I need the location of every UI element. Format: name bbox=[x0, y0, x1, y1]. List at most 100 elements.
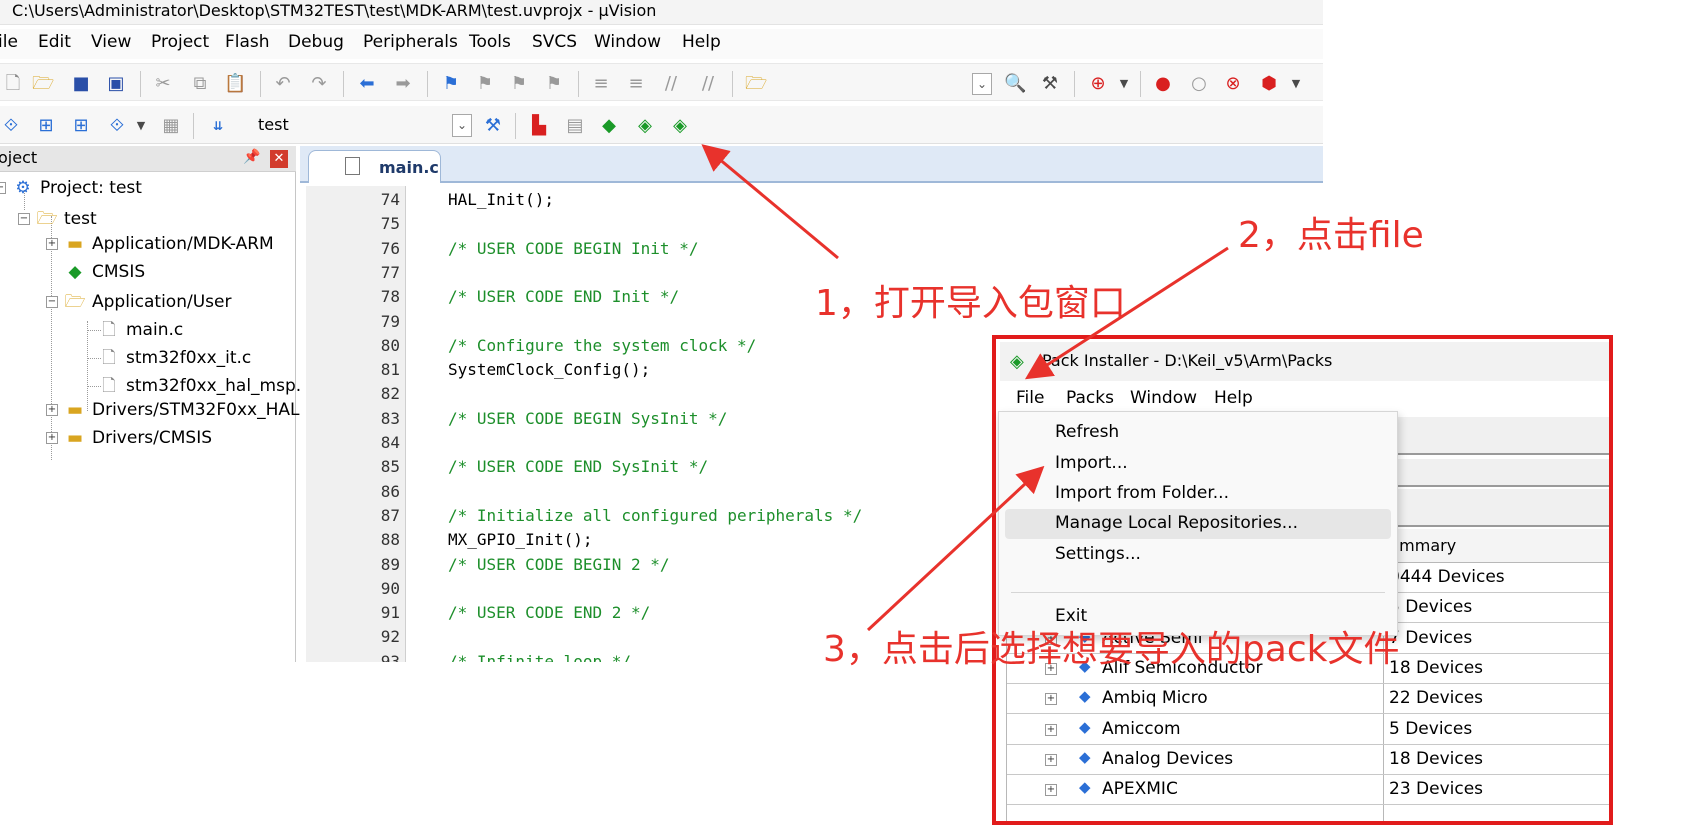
chevron-down-icon[interactable]: ▼ bbox=[1285, 73, 1307, 95]
menu-edit[interactable]: Edit bbox=[38, 32, 71, 52]
tree-item-label: Application/User bbox=[92, 292, 232, 312]
expand-icon[interactable]: + bbox=[1045, 784, 1057, 797]
tree-item-group[interactable]: + ▬ Drivers/STM32F0xx_HAL bbox=[46, 400, 299, 426]
menu-debug[interactable]: Debug bbox=[288, 32, 344, 52]
line-number: 80 bbox=[380, 335, 400, 355]
save-all-icon[interactable]: ▣ bbox=[105, 73, 127, 95]
uncomment-icon[interactable]: // bbox=[697, 73, 719, 95]
table-row[interactable]: + ◆ Ambiq Micro 22 Devices bbox=[1007, 684, 1609, 715]
menu-peripherals[interactable]: Peripherals bbox=[363, 32, 458, 52]
pi-menu-help[interactable]: Help bbox=[1214, 388, 1253, 408]
breakpoint-icon[interactable]: ● bbox=[1152, 73, 1174, 95]
tree-item-file[interactable]: 🗋 stm32f0xx_it.c bbox=[98, 345, 251, 371]
pi-menu-window[interactable]: Window bbox=[1130, 388, 1197, 408]
collapse-icon[interactable]: − bbox=[46, 296, 58, 308]
table-row[interactable]: + ◆ Amiccom 5 Devices bbox=[1007, 715, 1609, 745]
tree-item-group[interactable]: + ▬ Application/MDK-ARM bbox=[46, 234, 274, 260]
menu-file[interactable]: ile bbox=[0, 32, 18, 52]
batch-build-icon[interactable]: ⟐ bbox=[106, 115, 128, 137]
tree-item-project[interactable]: −⚙ Project: test bbox=[0, 178, 142, 204]
copy-icon[interactable]: ⧉ bbox=[189, 73, 211, 95]
options-for-target-icon[interactable]: ⚒ bbox=[482, 115, 504, 137]
menu-flash[interactable]: Flash bbox=[225, 32, 270, 52]
breakpoint-config-icon[interactable]: ⬢ bbox=[1258, 73, 1280, 95]
new-file-icon[interactable]: 🗋 bbox=[2, 73, 24, 95]
browse-icon[interactable]: ⚒ bbox=[1039, 73, 1061, 95]
breakpoint-disable-icon[interactable]: ○ bbox=[1188, 73, 1210, 95]
breakpoint-kill-icon[interactable]: ⊗ bbox=[1222, 73, 1244, 95]
expand-icon[interactable]: + bbox=[1045, 693, 1057, 706]
menu-item-import-from-folder[interactable]: Import from Folder... bbox=[1005, 479, 1391, 509]
pin-icon[interactable]: 📌 bbox=[243, 149, 260, 165]
expand-icon[interactable]: + bbox=[46, 238, 58, 250]
find-in-files-icon[interactable]: 🗁 bbox=[745, 73, 767, 95]
expand-icon[interactable]: + bbox=[1045, 753, 1057, 766]
nav-back-icon[interactable]: ⬅ bbox=[356, 73, 378, 95]
table-row[interactable]: + ◆ APEXMIC 23 Devices bbox=[1007, 775, 1609, 806]
menu-tools[interactable]: Tools bbox=[469, 32, 511, 52]
tree-item-file[interactable]: 🗋 stm32f0xx_hal_msp. bbox=[98, 373, 301, 399]
tree-item-group[interactable]: − 🗁 Application/User bbox=[46, 289, 231, 315]
comment-icon[interactable]: // bbox=[660, 73, 682, 95]
close-icon[interactable]: ✕ bbox=[270, 150, 288, 168]
manage-project-items-icon[interactable]: ▙ bbox=[528, 115, 550, 137]
menu-help[interactable]: Help bbox=[682, 32, 721, 52]
incremental-find-icon[interactable]: 🔍 bbox=[1004, 73, 1026, 95]
file-icon: 🗋 bbox=[102, 376, 116, 396]
tree-item-file[interactable]: 🗋 main.c bbox=[98, 317, 183, 343]
pi-menu-file[interactable]: File bbox=[1016, 388, 1044, 408]
pi-menu-packs[interactable]: Packs bbox=[1066, 388, 1114, 408]
code-line: /* USER CODE BEGIN Init */ bbox=[448, 238, 699, 258]
select-packs-icon[interactable]: ▤ bbox=[564, 115, 586, 137]
tree-item-group[interactable]: + ▬ Drivers/CMSIS bbox=[46, 428, 212, 454]
collapse-icon[interactable]: − bbox=[18, 213, 30, 225]
menu-view[interactable]: View bbox=[91, 32, 131, 52]
expand-icon[interactable]: + bbox=[1045, 723, 1057, 736]
download-load-icon[interactable]: ⇊ bbox=[207, 115, 229, 137]
toolbar-separator bbox=[732, 71, 733, 97]
menu-item-manage-local-repositories[interactable]: Manage Local Repositories... bbox=[1005, 509, 1391, 539]
unindent-icon[interactable]: ≡ bbox=[625, 73, 647, 95]
menu-item-import[interactable]: Import... bbox=[1005, 449, 1391, 479]
table-row[interactable]: + ◆ Analog Devices 18 Devices bbox=[1007, 745, 1609, 775]
toolbar-separator bbox=[515, 113, 516, 139]
indent-icon[interactable]: ≡ bbox=[590, 73, 612, 95]
stop-build-icon[interactable]: ▦ bbox=[160, 115, 182, 137]
target-select[interactable]: test ⌄ bbox=[250, 112, 472, 139]
expand-icon[interactable]: + bbox=[46, 404, 58, 416]
open-folder-icon[interactable]: 🗁 bbox=[32, 73, 54, 95]
save-icon[interactable]: ■ bbox=[70, 73, 92, 95]
rebuild-icon[interactable]: ⊞ bbox=[70, 115, 92, 137]
menu-project[interactable]: Project bbox=[151, 32, 209, 52]
chevron-down-icon[interactable]: ▼ bbox=[130, 115, 152, 137]
nav-forward-icon[interactable]: ➡ bbox=[392, 73, 414, 95]
menu-item-refresh[interactable]: Refresh bbox=[1005, 418, 1391, 448]
paste-icon[interactable]: 📋 bbox=[224, 73, 246, 95]
pack-installer-icon: ◈ bbox=[1010, 351, 1024, 372]
pack-installer-icon[interactable]: ◈ bbox=[669, 115, 691, 137]
bookmark-icon[interactable]: ⚑ bbox=[440, 73, 462, 95]
cut-icon[interactable]: ✂ bbox=[152, 73, 174, 95]
find-combo-dropdown[interactable]: ⌄ bbox=[972, 73, 992, 95]
undo-icon[interactable]: ↶ bbox=[272, 73, 294, 95]
expand-icon[interactable]: + bbox=[46, 432, 58, 444]
collapse-icon[interactable]: − bbox=[0, 182, 6, 194]
tab-main-c[interactable]: main.c bbox=[308, 150, 441, 183]
translate-icon[interactable]: ⟐ bbox=[0, 115, 22, 137]
chevron-down-icon[interactable]: ▼ bbox=[1113, 73, 1135, 95]
bookmark-clear-icon[interactable]: ⚑ bbox=[543, 73, 565, 95]
bookmark-prev-icon[interactable]: ⚑ bbox=[474, 73, 496, 95]
menu-window[interactable]: Window bbox=[594, 32, 661, 52]
redo-icon[interactable]: ↷ bbox=[308, 73, 330, 95]
bookmark-next-icon[interactable]: ⚑ bbox=[508, 73, 530, 95]
tree-item-target[interactable]: − 🗁 test bbox=[18, 206, 97, 232]
build-icon[interactable]: ⊞ bbox=[35, 115, 57, 137]
tree-item-cmsis[interactable]: ◆ CMSIS bbox=[64, 262, 145, 288]
manage-rte-icon[interactable]: ◆ bbox=[598, 115, 620, 137]
menu-svcs[interactable]: SVCS bbox=[532, 32, 577, 52]
vendor-icon: ◆ bbox=[1079, 778, 1091, 797]
chevron-down-icon[interactable]: ⌄ bbox=[452, 114, 472, 137]
select-software-packs-icon[interactable]: ◈ bbox=[634, 115, 656, 137]
debug-session-icon[interactable]: ⊕ bbox=[1087, 73, 1109, 95]
menu-item-settings[interactable]: Settings... bbox=[1005, 540, 1391, 570]
